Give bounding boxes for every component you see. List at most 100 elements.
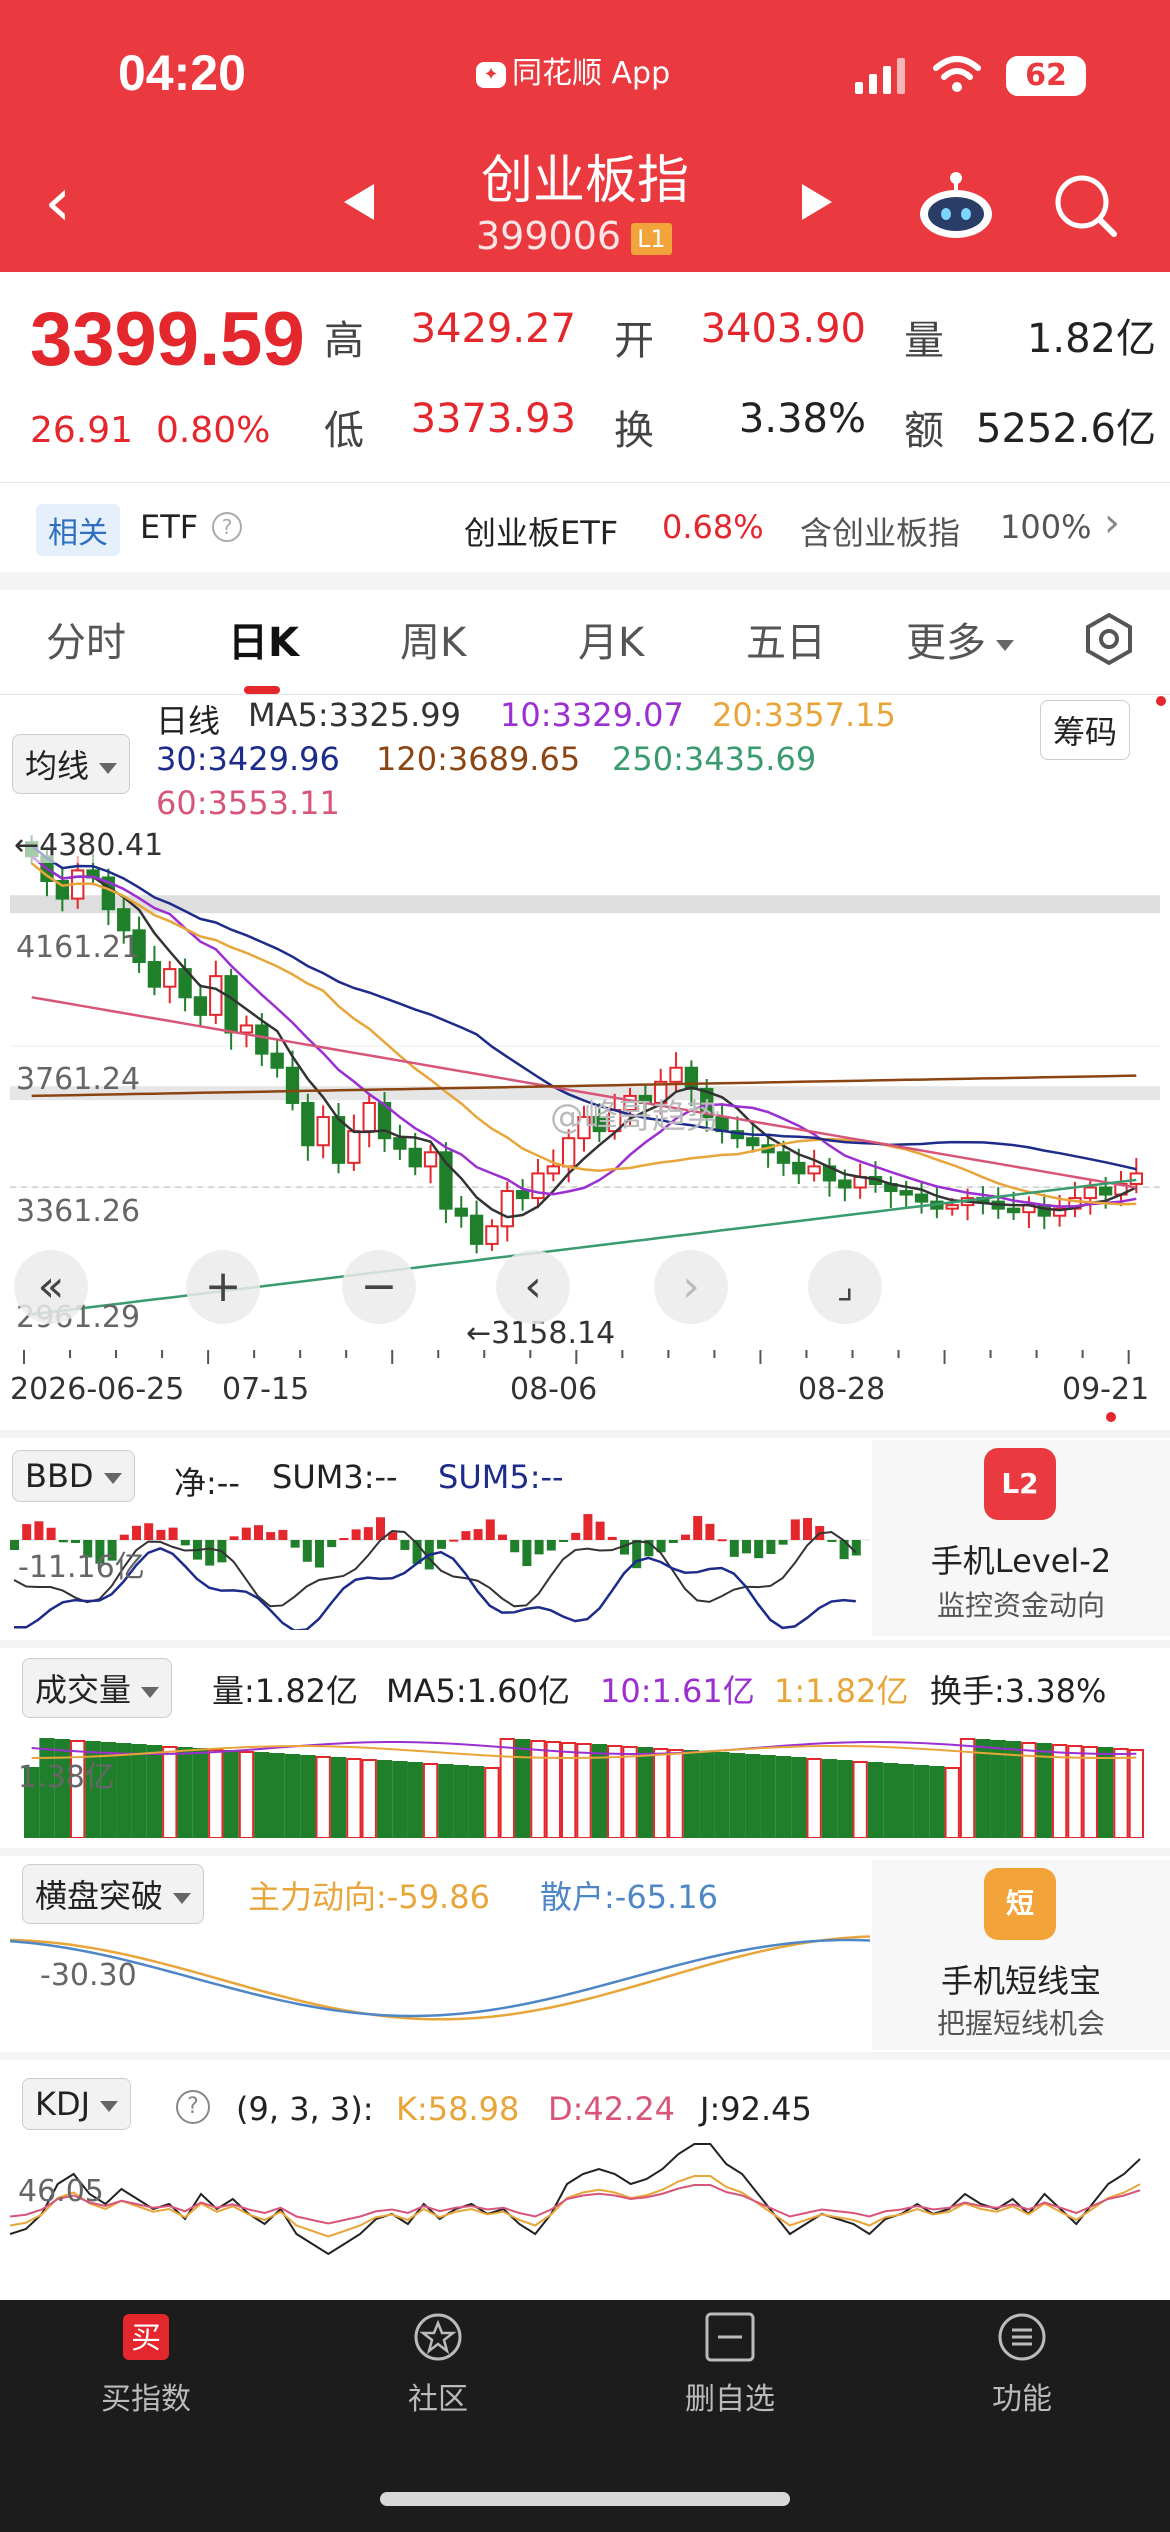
amount-label: 额 [904,408,944,454]
chart-watermark: @峰哥趋势 [550,1097,720,1137]
volume-bar [300,1755,316,1838]
chip-distribution-button[interactable]: 筹码 [1040,700,1131,760]
indicator-select[interactable]: 均线 [12,734,131,794]
volume-bar [330,1757,347,1838]
stock-code-text: 399006 [476,214,622,258]
short-term-promo[interactable]: 短 手机短线宝 把握短线机会 [872,1860,1170,2050]
help-icon[interactable]: ? [176,2090,210,2124]
indicator-select-label: 均线 [25,747,90,785]
ma5-label: MA5:3325.99 [248,696,461,734]
volume-bar [929,1766,945,1838]
candle-body [669,1066,683,1083]
tab-daily-k[interactable]: 日K [228,610,299,668]
volume-bar [361,1759,377,1838]
bbd-bar [437,1540,446,1549]
nav-functions[interactable]: 功能 [922,2310,1122,2418]
chevron-down-icon [99,762,118,774]
tab-weekly-k[interactable]: 周K [400,610,466,668]
bbd-select[interactable]: BBD [12,1450,135,1502]
volume-bar [468,1766,485,1838]
bbd-bar [534,1540,544,1555]
prev-stock-button[interactable] [340,180,380,224]
price-change: 26.91 0.80% [30,410,270,451]
kdj-chart[interactable] [10,2136,1160,2260]
volume-turnover: 换手:3.38% [930,1672,1107,1710]
breakout-chart[interactable] [10,1914,870,2044]
breakout-y-label: -30.30 [40,1958,137,1993]
search-icon[interactable] [1052,172,1118,238]
nav-buy-index[interactable]: 买 买指数 [46,2310,246,2418]
help-icon[interactable]: ? [212,512,242,542]
kdj-params: (9, 3, 3): [236,2090,374,2128]
related-etf-row[interactable]: 相关 ETF ? 创业板ETF 0.68% 含创业板指 100% › [0,490,1170,566]
volume-bar [223,1750,239,1838]
low-value: 3373.93 [410,396,576,442]
candle-body [439,1151,453,1210]
kdj-j: J:92.45 [700,2090,812,2128]
bbd-bar [559,1540,568,1542]
level2-icon: L2 [984,1448,1056,1520]
zoom-in-button[interactable]: + [186,1250,260,1324]
volume-bar [806,1758,822,1838]
bbd-bar [729,1540,739,1557]
kdj-d: D:42.24 [548,2090,676,2128]
robot-assistant-icon[interactable] [916,170,996,240]
page-title: 创业板指 [480,151,689,211]
bbd-bar [144,1523,154,1540]
level2-subtitle: 监控资金动向 [936,1589,1105,1622]
chevron-down-icon [173,1892,192,1904]
nav-community[interactable]: 社区 [338,2310,538,2418]
breakout-select-label: 横盘突破 [35,1877,164,1915]
step-right-button[interactable]: › [654,1250,728,1324]
volume-bar [376,1760,393,1838]
bbd-bar [290,1540,300,1548]
scroll-left-button[interactable]: « [14,1250,88,1324]
level2-promo[interactable]: L2 手机Level-2 监控资金动向 [872,1440,1170,1636]
chevron-down-icon [100,2100,119,2112]
fullscreen-icon[interactable]: ⌟ [808,1250,882,1324]
step-left-button[interactable]: ‹ [496,1250,570,1324]
candle-body [193,996,208,1016]
level-badge: L1 [631,222,672,255]
volume-bar [837,1760,853,1838]
ma20-label: 20:3357.15 [712,696,896,734]
kdj-j-line [10,2143,1141,2256]
remove-watchlist-icon [705,2312,755,2362]
volume-bar [422,1763,439,1838]
volume-bar [254,1752,270,1838]
tab-monthly-k[interactable]: 月K [578,610,644,668]
volume-bar [1113,1748,1129,1838]
tab-more[interactable]: 更多 [906,610,1014,668]
tab-intraday[interactable]: 分时 [46,610,126,668]
volume-bar [315,1756,331,1838]
volume-bar [453,1765,469,1838]
volume-bar [116,1743,132,1838]
bbd-net: 净:-- [174,1464,240,1502]
retail-line [10,1938,870,2018]
back-button[interactable]: ‹ [44,168,104,238]
candle-body [469,1214,484,1245]
volume-chart[interactable] [10,1714,1160,1838]
tab-five-day[interactable]: 五日 [746,610,826,668]
zoom-out-button[interactable]: − [342,1250,416,1324]
kdj-select[interactable]: KDJ [22,2078,132,2130]
divider [0,694,1170,695]
volume-bar [545,1741,561,1838]
battery-indicator: 62 [1006,56,1086,96]
settings-hexagon-icon[interactable] [1082,612,1136,666]
volume-bar [883,1763,899,1838]
notification-dot [1156,696,1166,706]
bbd-bar [546,1540,556,1551]
nav-remove-watchlist[interactable]: 删自选 [630,2310,830,2418]
svg-text:买: 买 [131,2321,161,2356]
short-term-icon: 短 [984,1868,1056,1940]
kline-chart[interactable]: @峰哥趋势 [10,828,1160,1348]
etf-change: 0.68% [662,508,764,546]
volume-bar [1005,1741,1022,1838]
next-stock-button[interactable] [796,180,836,224]
volume-bar [208,1749,224,1838]
volume-select[interactable]: 成交量 [22,1658,173,1718]
volume-bar [729,1753,746,1838]
volume-bar [637,1747,654,1838]
volume-bar [1021,1742,1037,1838]
